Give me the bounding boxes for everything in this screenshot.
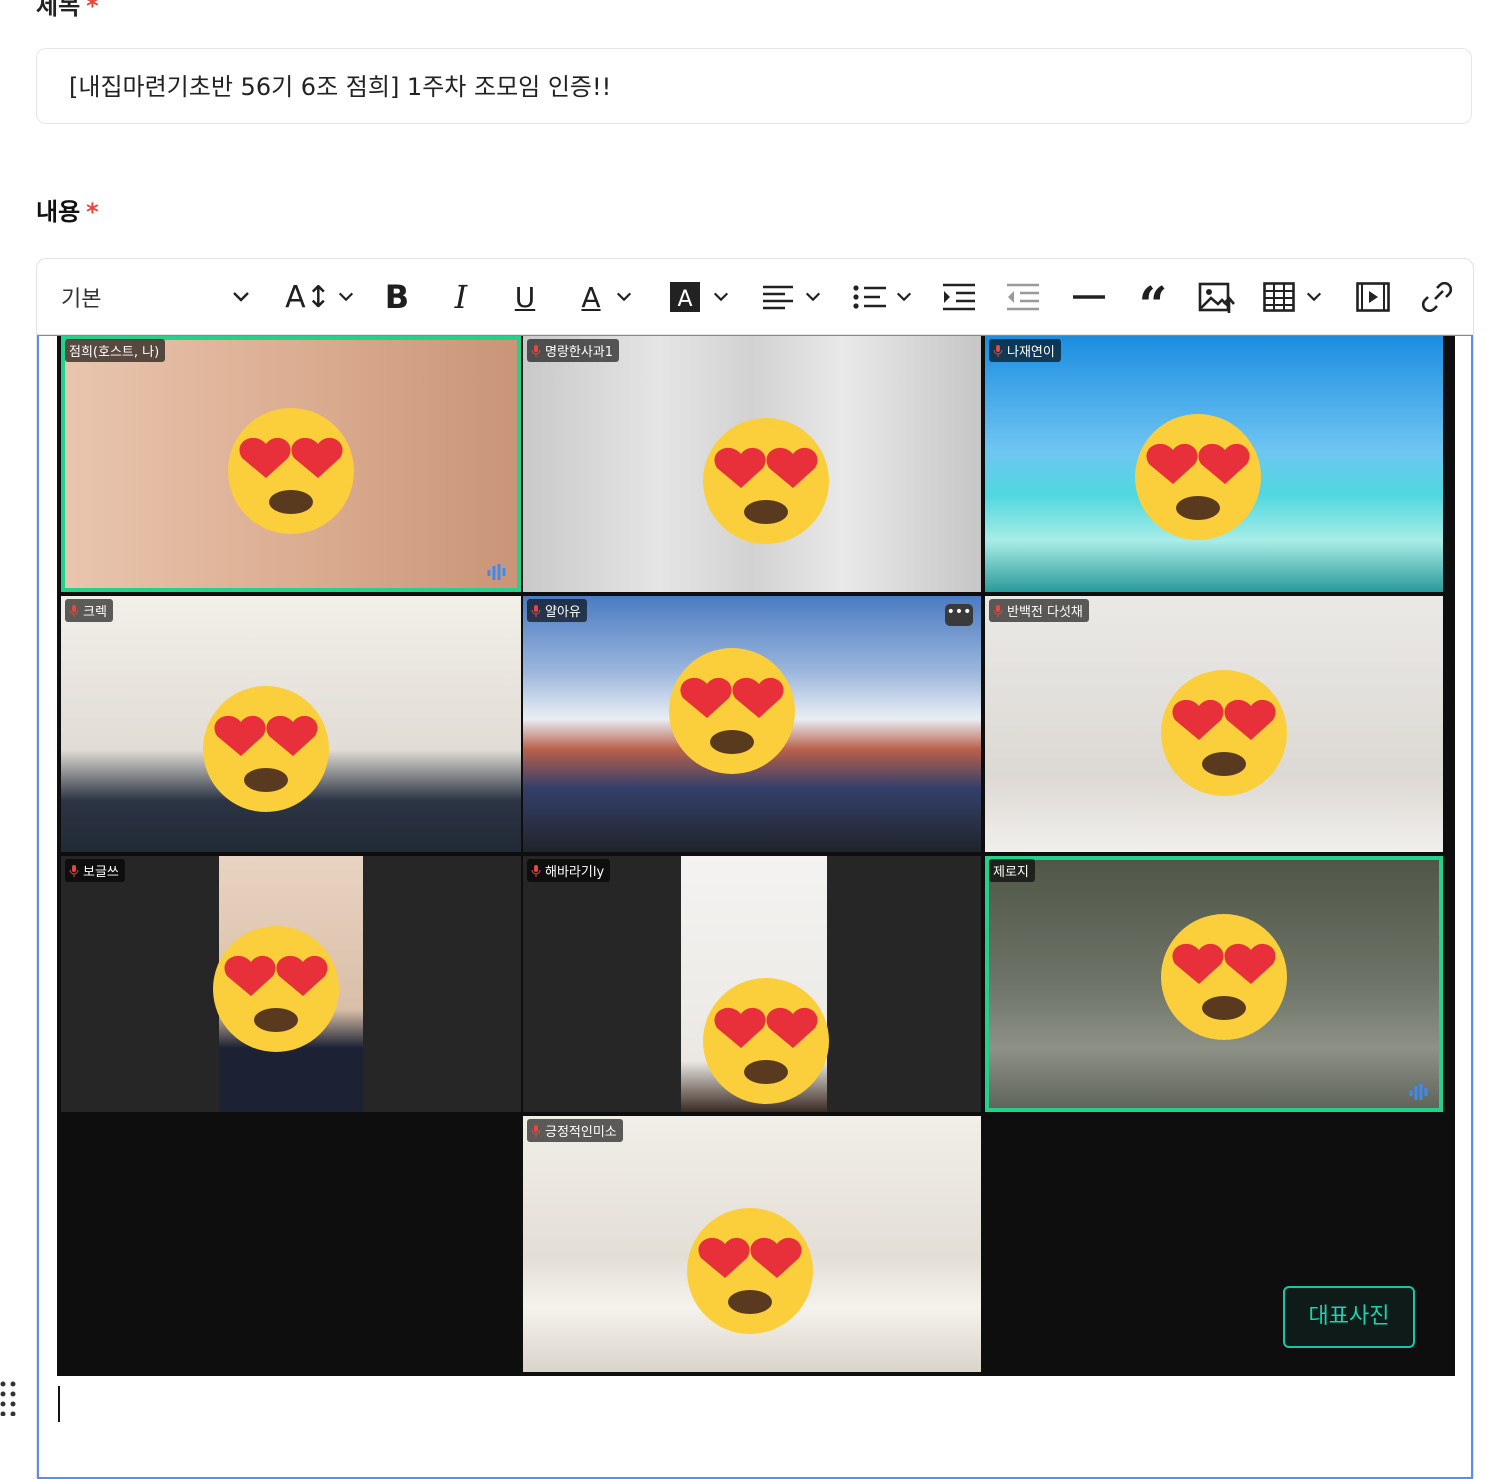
- chevron-down-icon: [233, 292, 249, 302]
- participant-tile: 긍정적인미소: [523, 1116, 981, 1372]
- participant-tile: 크렉: [61, 596, 521, 852]
- font-color-button[interactable]: A: [571, 273, 643, 321]
- bold-button[interactable]: B: [377, 273, 417, 321]
- heart-eyes-emoji-icon: [687, 1208, 813, 1334]
- title-input[interactable]: [내집마련기초반 56기 6조 점희] 1주차 조모임 인증!!: [36, 48, 1472, 124]
- text-cursor: [58, 1386, 60, 1422]
- video-icon: [1356, 282, 1390, 312]
- indent-icon: [943, 283, 975, 311]
- outdent-icon: [1007, 283, 1039, 311]
- chevron-down-icon: [1306, 292, 1322, 302]
- italic-button[interactable]: I: [441, 273, 481, 321]
- title-label: 제목 *: [36, 0, 99, 20]
- heart-eyes-emoji-icon: [669, 648, 795, 774]
- drag-handle-icon[interactable]: [0, 1380, 18, 1416]
- heart-eyes-emoji-icon: [213, 926, 339, 1052]
- participant-name: 제로지: [989, 859, 1035, 882]
- underline-button[interactable]: U: [505, 273, 545, 321]
- muted-mic-icon: [69, 604, 79, 617]
- editor-content-area[interactable]: 점희(호스트, 나) 명랑한사과1 나재연이 크렉 얄아유 ••• 반백전 다섯…: [37, 335, 1473, 1479]
- participant-name: 명랑한사과1: [527, 339, 620, 362]
- heart-eyes-emoji-icon: [703, 418, 829, 544]
- rich-text-editor: 기본 A↕ B I U A A “ 점희(호스트, 나) 명랑한사과1 나재연이…: [36, 258, 1474, 1479]
- chevron-down-icon: [338, 292, 353, 302]
- heart-eyes-emoji-icon: [1161, 914, 1287, 1040]
- representative-photo-button[interactable]: 대표사진: [1283, 1286, 1415, 1348]
- underline-icon: U: [514, 280, 536, 314]
- italic-icon: I: [454, 278, 468, 316]
- participant-tile: 명랑한사과1: [523, 336, 981, 592]
- heart-eyes-emoji-icon: [228, 408, 354, 534]
- participant-name: 긍정적인미소: [527, 1119, 623, 1142]
- link-icon: [1422, 282, 1452, 312]
- participant-tile: 보글쓰: [61, 856, 521, 1112]
- participant-name: 반백전 다섯채: [989, 599, 1089, 622]
- chevron-down-icon: [616, 292, 631, 302]
- muted-mic-icon: [993, 344, 1003, 357]
- heart-eyes-emoji-icon: [1135, 414, 1261, 540]
- participant-tile: 반백전 다섯채: [985, 596, 1443, 852]
- bullet-list-button[interactable]: [847, 273, 919, 321]
- participant-name: 얄아유: [527, 599, 587, 622]
- highlight-icon: A: [670, 282, 700, 312]
- quote-button[interactable]: “: [1133, 273, 1173, 330]
- paragraph-style-value: 기본: [61, 287, 102, 312]
- font-size-icon: A↕: [285, 279, 331, 315]
- muted-mic-icon: [531, 1124, 541, 1137]
- speaking-indicator-icon: [487, 564, 506, 580]
- quote-icon: “: [1138, 275, 1168, 334]
- speaking-indicator-icon: [1409, 1084, 1428, 1100]
- muted-mic-icon: [531, 864, 541, 877]
- font-size-button[interactable]: A↕: [285, 273, 355, 321]
- muted-mic-icon: [531, 604, 541, 617]
- zoom-screenshot-image[interactable]: 점희(호스트, 나) 명랑한사과1 나재연이 크렉 얄아유 ••• 반백전 다섯…: [57, 336, 1455, 1376]
- participant-name: 해바라기ly: [527, 859, 611, 882]
- image-upload-icon: [1198, 282, 1235, 313]
- heart-eyes-emoji-icon: [703, 978, 829, 1104]
- bold-icon: B: [384, 278, 410, 316]
- muted-mic-icon: [69, 864, 79, 877]
- participant-tile: 제로지: [985, 856, 1443, 1112]
- heart-eyes-emoji-icon: [1161, 670, 1287, 796]
- participant-tile: 얄아유 •••: [523, 596, 981, 852]
- muted-mic-icon: [993, 604, 1003, 617]
- horizontal-rule-icon: [1073, 295, 1105, 299]
- bullet-list-icon: [853, 285, 886, 309]
- highlight-button[interactable]: A: [665, 273, 735, 321]
- chevron-down-icon: [713, 292, 729, 302]
- font-color-icon: A: [581, 280, 601, 314]
- participant-name: 보글쓰: [65, 859, 125, 882]
- video-button[interactable]: [1353, 273, 1393, 321]
- image-upload-button[interactable]: [1195, 273, 1239, 321]
- horizontal-rule-button[interactable]: [1069, 273, 1109, 321]
- participant-name: 나재연이: [989, 339, 1061, 362]
- align-button[interactable]: [757, 273, 827, 321]
- participant-tile: 점희(호스트, 나): [61, 336, 521, 592]
- required-mark: *: [86, 198, 99, 226]
- indent-button[interactable]: [939, 273, 979, 321]
- table-icon: [1263, 282, 1295, 312]
- content-label: 내용 *: [36, 198, 99, 226]
- heart-eyes-emoji-icon: [203, 686, 329, 812]
- table-button[interactable]: [1261, 273, 1325, 321]
- align-left-icon: [763, 285, 793, 310]
- svg-text:A: A: [677, 287, 692, 312]
- link-button[interactable]: [1417, 273, 1457, 321]
- editor-toolbar: 기본 A↕ B I U A A “: [37, 259, 1473, 335]
- more-options-button[interactable]: •••: [945, 604, 973, 626]
- participant-name: 점희(호스트, 나): [65, 339, 166, 362]
- chevron-down-icon: [805, 292, 821, 302]
- participant-tile: 해바라기ly: [523, 856, 981, 1112]
- participant-tile: 나재연이: [985, 336, 1443, 592]
- muted-mic-icon: [531, 344, 541, 357]
- outdent-button[interactable]: [1003, 273, 1043, 321]
- paragraph-style-select[interactable]: 기본: [61, 281, 251, 313]
- participant-name: 크렉: [65, 599, 113, 622]
- chevron-down-icon: [896, 292, 912, 302]
